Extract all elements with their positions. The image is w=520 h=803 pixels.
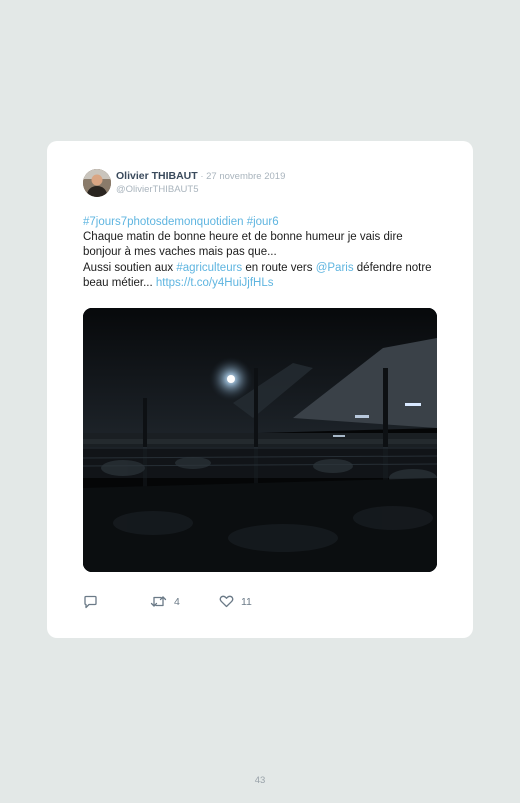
page-number: 43 [254,775,266,786]
tweet-photo[interactable] [83,308,437,572]
like-count: 11 [241,595,252,608]
tweet-text-line: Chaque matin de bonne heure et de bonne … [83,231,403,259]
reply-action[interactable] [83,595,98,609]
tweet-date[interactable]: 27 novembre 2019 [206,171,285,182]
tweet-text: #7jours7photosdemonquotidien #jour6 Chaq… [83,215,443,291]
retweet-action[interactable]: 4 [150,595,180,608]
tweet-card: Olivier THIBAUT · 27 novembre 2019 @Oliv… [47,141,473,638]
avatar[interactable] [83,169,111,197]
reply-icon[interactable] [83,595,98,609]
tweet-actions: 4 11 [83,595,443,611]
mention-link[interactable]: @Paris [316,262,354,274]
author-name[interactable]: Olivier THIBAUT [116,170,198,182]
url-link[interactable]: https://t.co/y4HuiJjfHLs [156,277,274,289]
retweet-icon[interactable] [150,595,167,608]
hashtag-link[interactable]: #7jours7photosdemonquotidien [83,216,243,228]
date-separator: · [197,171,207,182]
tweet-text-line: Aussi soutien aux [83,261,177,274]
author-handle[interactable]: @OlivierTHIBAUT5 [116,184,199,195]
tweet-text-line: en route vers [242,261,316,274]
heart-icon[interactable] [219,595,234,608]
hashtag-link[interactable]: #agriculteurs [176,262,242,274]
like-action[interactable]: 11 [219,595,252,608]
author-line: Olivier THIBAUT · 27 novembre 2019 [116,170,285,183]
hashtag-link[interactable]: #jour6 [247,216,279,228]
retweet-count: 4 [174,595,180,608]
